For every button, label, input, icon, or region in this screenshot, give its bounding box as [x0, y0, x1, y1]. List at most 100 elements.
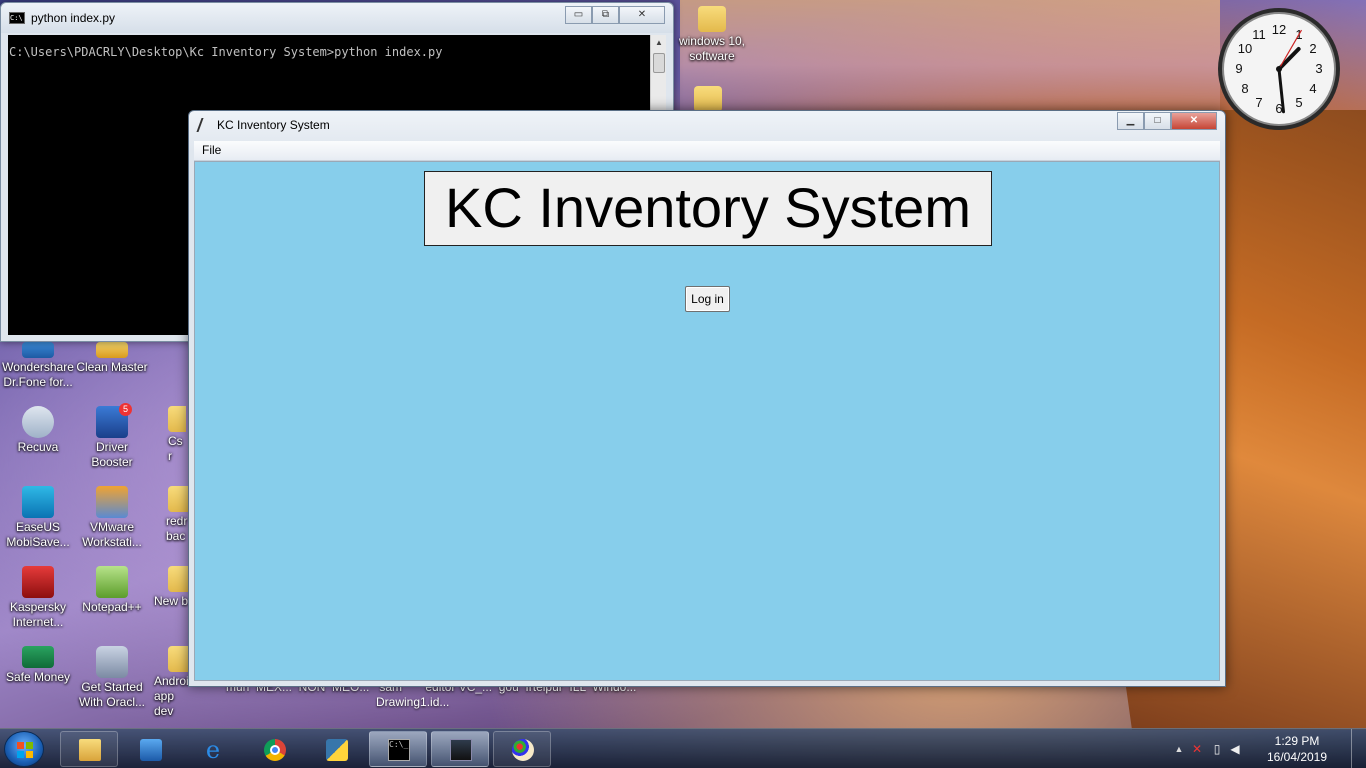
desktop-icon-vmware[interactable]: VMware Workstati... [74, 486, 150, 550]
show-desktop-button[interactable] [1351, 729, 1366, 768]
desktop-icon-label: windows 10, software [678, 34, 746, 63]
desktop-icon-label: Clean Master [76, 360, 148, 374]
start-button[interactable] [4, 731, 44, 767]
desktop-icon-oracle-xe[interactable]: Get Started With Oracl... [74, 646, 150, 710]
taskbar-media-player[interactable] [121, 731, 179, 767]
windows-logo-icon [17, 742, 33, 758]
taskbar-python-idle[interactable] [431, 731, 489, 767]
maximize-button[interactable]: □ [1144, 112, 1171, 130]
network-error-icon[interactable]: ✕ [1190, 742, 1204, 756]
minimize-button[interactable]: ▭ [565, 6, 592, 24]
cmd-icon: C:\ [9, 12, 25, 24]
scrollbar-thumb[interactable] [653, 53, 665, 73]
desktop-icon-label: Recuva [17, 440, 59, 454]
kc-window-title: KC Inventory System [217, 118, 330, 132]
desktop-icon-android[interactable]: Android app dev [150, 646, 188, 719]
desktop-icon-windows10-software[interactable]: windows 10, software [674, 6, 750, 64]
folder-icon [168, 646, 188, 672]
desktop-icon-safe-money[interactable]: Safe Money [0, 646, 76, 685]
svg-text:4: 4 [1309, 81, 1316, 96]
folder-icon [168, 486, 188, 512]
taskbar-explorer[interactable] [60, 731, 118, 767]
battery-icon[interactable]: ▯ [1210, 742, 1224, 756]
desktop-icon-label: Kaspersky Internet... [9, 600, 67, 629]
svg-text:12: 12 [1272, 22, 1286, 37]
ie-icon: e [205, 736, 221, 764]
chrome-icon [264, 739, 286, 761]
svg-text:5: 5 [1295, 95, 1302, 110]
taskbar-paint[interactable] [493, 731, 551, 767]
volume-icon[interactable]: ◀ [1228, 742, 1242, 756]
svg-text:2: 2 [1309, 41, 1316, 56]
desktop-icon-label: Cs r [168, 434, 183, 463]
show-hidden-icons-icon[interactable]: ▲ [1172, 742, 1186, 756]
desktop-icon-label: Notepad++ [82, 600, 142, 614]
close-button[interactable]: ✕ [619, 6, 665, 24]
svg-text:10: 10 [1238, 41, 1252, 56]
kc-inventory-window[interactable]: KC Inventory System ▁ □ ✕ File KC Invent… [188, 110, 1226, 687]
tray-date[interactable]: 16/04/2019 [1262, 750, 1332, 764]
console-window-controls: ▭ ⧉ ✕ [565, 6, 665, 24]
menu-bar: File [194, 141, 1220, 161]
tray-time[interactable]: 1:29 PM [1262, 734, 1332, 748]
close-button[interactable]: ✕ [1171, 112, 1217, 130]
svg-text:8: 8 [1241, 81, 1248, 96]
desktop-icon-redr[interactable]: redr bac [150, 486, 188, 544]
desktop-icon-label: Driver Booster [91, 440, 133, 469]
menu-file[interactable]: File [202, 143, 221, 157]
python-idle-icon [450, 739, 472, 761]
scroll-up-arrow-icon[interactable]: ▲ [651, 35, 667, 51]
tk-feather-icon [196, 118, 212, 132]
desktop-icon-label: redr bac [166, 514, 188, 543]
minimize-button[interactable]: ▁ [1117, 112, 1144, 130]
kc-window-controls: ▁ □ ✕ [1117, 112, 1217, 130]
login-button[interactable]: Log in [685, 286, 730, 312]
desktop-icon-label: Get Started With Oracl... [78, 680, 145, 709]
app-heading: KC Inventory System [424, 171, 992, 246]
desktop-icon-easeus[interactable]: EaseUS MobiSave... [0, 486, 76, 550]
taskbar-cmd[interactable]: C:\_ [369, 731, 427, 767]
desktop-icon-label: Safe Money [5, 670, 71, 684]
vmware-icon [96, 486, 128, 518]
driver-booster-icon: 5 [96, 403, 132, 438]
desktop-icon-driver-booster[interactable]: 5 Driver Booster [74, 403, 150, 470]
svg-text:7: 7 [1255, 95, 1262, 110]
clean-master-icon [96, 342, 128, 358]
desktop-icon-label: New b [154, 594, 188, 608]
recuva-icon [22, 406, 54, 438]
taskbar-internet-explorer[interactable]: e [183, 731, 241, 767]
desktop-icon-label: Android app dev [154, 674, 188, 718]
folder-icon [79, 739, 101, 761]
folder-icon [168, 406, 186, 432]
desktop-icon-recuva[interactable]: Recuva [0, 406, 76, 455]
notification-badge: 5 [119, 403, 132, 416]
maximize-button[interactable]: ⧉ [592, 6, 619, 24]
desktop-icon-new-b[interactable]: New b [150, 566, 188, 609]
console-title: python index.py [31, 11, 116, 25]
kc-window-titlebar[interactable]: KC Inventory System [189, 111, 1225, 139]
folder-icon [694, 86, 722, 112]
desktop-icon-cs[interactable]: Cs r [150, 406, 186, 464]
desktop-icon-drawing[interactable]: Drawing1.id... [376, 695, 449, 709]
drfone-icon [22, 342, 54, 358]
python-file-icon [326, 739, 348, 761]
svg-text:11: 11 [1252, 27, 1266, 42]
desktop-icon-drfone[interactable]: Wondershare Dr.Fone for... [0, 342, 76, 390]
notepad-plus-icon [96, 566, 128, 598]
clock-gadget[interactable]: 12 1 2 3 4 5 6 7 8 9 10 11 [1216, 6, 1342, 132]
taskbar-python-file[interactable] [307, 731, 365, 767]
desktop-icon-label: Wondershare Dr.Fone for... [2, 360, 74, 389]
desktop-icon-label: EaseUS MobiSave... [6, 520, 70, 549]
kaspersky-icon [22, 566, 54, 598]
desktop-icon-notepad-plus[interactable]: Notepad++ [74, 566, 150, 615]
svg-text:3: 3 [1315, 61, 1322, 76]
paint-icon [512, 739, 534, 761]
oracle-xe-icon [96, 646, 128, 678]
desktop-icon-clean-master[interactable]: Clean Master [74, 342, 150, 375]
media-player-icon [140, 739, 162, 761]
easeus-icon [22, 486, 54, 518]
desktop-icon-kaspersky[interactable]: Kaspersky Internet... [0, 566, 76, 630]
cmd-icon: C:\_ [388, 739, 410, 761]
safe-money-icon [22, 646, 54, 668]
taskbar-chrome[interactable] [245, 731, 303, 767]
